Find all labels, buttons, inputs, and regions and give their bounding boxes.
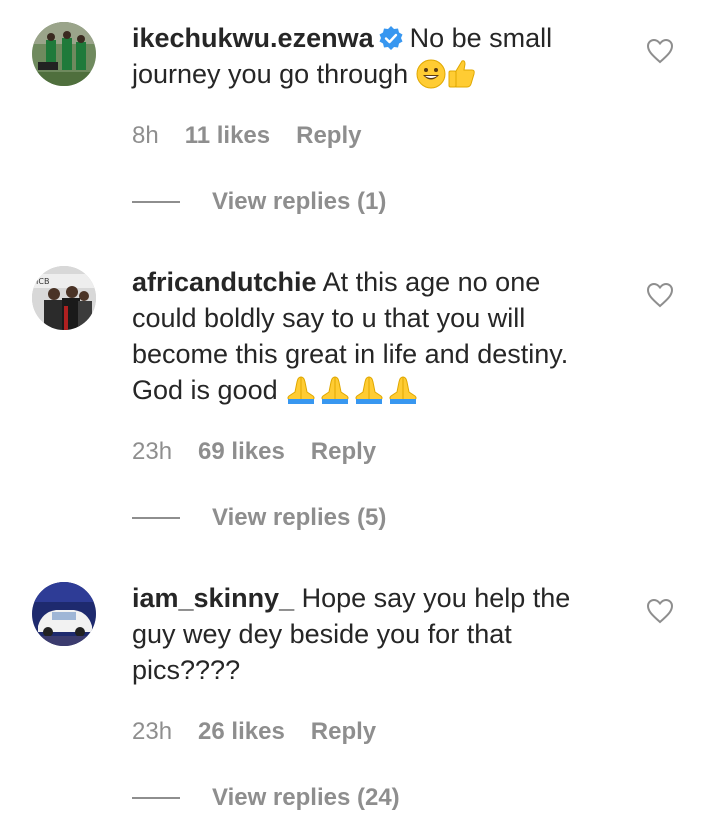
avatar[interactable] — [32, 22, 96, 86]
comment-username[interactable]: africandutchie — [132, 267, 317, 297]
divider-line — [132, 797, 180, 799]
comment-timestamp: 23h — [132, 438, 173, 465]
comment-likes-count[interactable]: 69 likes — [198, 438, 285, 466]
view-replies-button[interactable]: View replies (24) — [212, 784, 400, 812]
reply-button[interactable]: Reply — [311, 718, 376, 746]
verified-badge-icon — [378, 24, 404, 50]
folded-hands-icon — [319, 373, 351, 405]
folded-hands-icon — [285, 373, 317, 405]
comment-meta: 23h 69 likes Reply — [132, 438, 376, 466]
like-heart-icon[interactable] — [646, 38, 674, 64]
svg-text:ICB: ICB — [36, 277, 49, 286]
divider-line — [132, 517, 180, 519]
avatar[interactable] — [32, 582, 96, 646]
comment-body: ikechukwu.ezenwa No be small journey you … — [132, 20, 602, 92]
comment-timestamp: 8h — [132, 122, 159, 149]
comment-meta: 8h 11 likes Reply — [132, 122, 361, 150]
comment-likes-count[interactable]: 26 likes — [198, 718, 285, 746]
comment-body: iam_skinny_ Hope say you help the guy we… — [132, 580, 602, 688]
reply-button[interactable]: Reply — [311, 438, 376, 466]
comment-username[interactable]: iam_skinny_ — [132, 583, 294, 613]
comment-username[interactable]: ikechukwu.ezenwa — [132, 23, 374, 53]
view-replies[interactable]: View replies (1) — [132, 188, 386, 216]
view-replies[interactable]: View replies (5) — [132, 504, 386, 532]
comment-meta: 23h 26 likes Reply — [132, 718, 376, 746]
view-replies-button[interactable]: View replies (1) — [212, 188, 386, 216]
like-heart-icon[interactable] — [646, 598, 674, 624]
comment-timestamp: 23h — [132, 718, 173, 745]
folded-hands-icon — [353, 373, 385, 405]
smiley-face-icon — [416, 59, 446, 89]
divider-line — [132, 201, 180, 203]
view-replies-button[interactable]: View replies (5) — [212, 504, 386, 532]
like-heart-icon[interactable] — [646, 282, 674, 308]
view-replies[interactable]: View replies (24) — [132, 784, 400, 812]
comment-body: africandutchie At this age no one could … — [132, 264, 602, 408]
reply-button[interactable]: Reply — [296, 122, 361, 150]
folded-hands-icon — [387, 373, 419, 405]
comment-likes-count[interactable]: 11 likes — [185, 122, 270, 150]
thumbs-up-icon — [446, 57, 476, 89]
avatar[interactable]: ICB — [32, 266, 96, 330]
